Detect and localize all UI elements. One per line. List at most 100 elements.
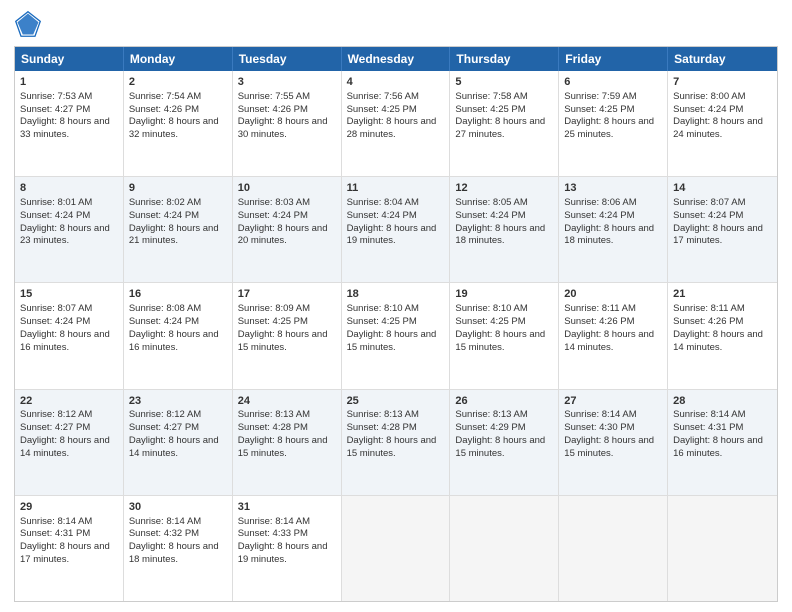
daylight-text: Daylight: 8 hours and 18 minutes. [455, 223, 545, 247]
sunset-text: Sunset: 4:27 PM [20, 422, 90, 433]
sunset-text: Sunset: 4:24 PM [20, 316, 90, 327]
day-number: 7 [673, 75, 772, 90]
sunset-text: Sunset: 4:31 PM [20, 528, 90, 539]
sunset-text: Sunset: 4:26 PM [564, 316, 634, 327]
sunset-text: Sunset: 4:27 PM [20, 104, 90, 115]
day-cell-12: 12Sunrise: 8:05 AM Sunset: 4:24 PM Dayligh… [450, 177, 559, 282]
sunrise-text: Sunrise: 8:14 AM [129, 516, 201, 527]
sunrise-text: Sunrise: 8:04 AM [347, 197, 419, 208]
day-cell-1: 1Sunrise: 7:53 AMSunset: 4:27 PMDaylight… [15, 71, 124, 176]
sunset-text: Sunset: 4:24 PM [129, 316, 199, 327]
sunset-text: Sunset: 4:24 PM [673, 210, 743, 221]
sunset-text: Sunset: 4:25 PM [347, 316, 417, 327]
sunset-text: Sunset: 4:27 PM [129, 422, 199, 433]
daylight-text: Daylight: 8 hours and 14 minutes. [129, 435, 219, 459]
sunset-text: Sunset: 4:25 PM [455, 316, 525, 327]
calendar-week-4: 22Sunrise: 8:12 AMSunset: 4:27 PMDayligh… [15, 390, 777, 496]
day-number: 9 [129, 181, 227, 196]
day-cell-21: 21Sunrise: 8:11 AMSunset: 4:26 PMDayligh… [668, 283, 777, 388]
day-number: 13 [564, 181, 662, 196]
day-cell-24: 24Sunrise: 8:13 AM Sunset: 4:28 PM Dayligh… [233, 390, 342, 495]
daylight-text: Daylight: 8 hours and 16 minutes. [129, 329, 219, 353]
sunset-text: Sunset: 4:33 PM [238, 528, 308, 539]
day-cell-14: 14Sunrise: 8:07 AMSunset: 4:24 PMDayligh… [668, 177, 777, 282]
sunrise-text: Sunrise: 8:14 AM [564, 409, 636, 420]
day-cell-28: 28Sunrise: 8:14 AMSunset: 4:31 PMDayligh… [668, 390, 777, 495]
sunrise-text: Sunrise: 8:01 AM [20, 197, 92, 208]
sunset-text: Sunset: 4:29 PM [455, 422, 525, 433]
sunrise-text: Sunrise: 8:00 AM [673, 91, 745, 102]
calendar-container: SundayMondayTuesdayWednesdayThursdayFrid… [0, 0, 792, 612]
logo [14, 10, 46, 38]
daylight-text: Daylight: 8 hours and 25 minutes. [564, 116, 654, 140]
sunset-text: Sunset: 4:25 PM [347, 104, 417, 115]
day-cell-10: 10Sunrise: 8:03 AMSunset: 4:24 PMDayligh… [233, 177, 342, 282]
day-number: 26 [455, 394, 553, 409]
day-number: 14 [673, 181, 772, 196]
sunrise-text: Sunrise: 8:12 AM [129, 409, 201, 420]
daylight-text: Daylight: 8 hours and 30 minutes. [238, 116, 328, 140]
sunset-text: Sunset: 4:25 PM [238, 316, 308, 327]
daylight-text: Daylight: 8 hours and 20 minutes. [238, 223, 328, 247]
sunset-text: Sunset: 4:28 PM [347, 422, 417, 433]
sunset-text: Sunset: 4:32 PM [129, 528, 199, 539]
daylight-text: Daylight: 8 hours and 19 minutes. [347, 223, 437, 247]
day-cell-2: 2Sunrise: 7:54 AMSunset: 4:26 PMDaylight… [124, 71, 233, 176]
daylight-text: Daylight: 8 hours and 16 minutes. [20, 329, 110, 353]
day-cell-16: 16Sunrise: 8:08 AMSunset: 4:24 PMDayligh… [124, 283, 233, 388]
day-number: 12 [455, 181, 553, 196]
sunset-text: Sunset: 4:24 PM [455, 210, 525, 221]
day-cell-15: 15Sunrise: 8:07 AMSunset: 4:24 PMDayligh… [15, 283, 124, 388]
header-day-sunday: Sunday [15, 47, 124, 71]
day-number: 16 [129, 287, 227, 302]
day-number: 24 [238, 394, 336, 409]
daylight-text: Daylight: 8 hours and 16 minutes. [673, 435, 763, 459]
sunset-text: Sunset: 4:24 PM [238, 210, 308, 221]
sunrise-text: Sunrise: 8:07 AM [673, 197, 745, 208]
empty-cell [559, 496, 668, 601]
day-number: 30 [129, 500, 227, 515]
sunset-text: Sunset: 4:28 PM [238, 422, 308, 433]
daylight-text: Daylight: 8 hours and 17 minutes. [20, 541, 110, 565]
sunrise-text: Sunrise: 8:02 AM [129, 197, 201, 208]
daylight-text: Daylight: 8 hours and 32 minutes. [129, 116, 219, 140]
sunrise-text: Sunrise: 8:05 AM [455, 197, 527, 208]
day-number: 20 [564, 287, 662, 302]
sunrise-text: Sunrise: 8:09 AM [238, 303, 310, 314]
calendar: SundayMondayTuesdayWednesdayThursdayFrid… [14, 46, 778, 602]
header-day-tuesday: Tuesday [233, 47, 342, 71]
day-cell-3: 3Sunrise: 7:55 AMSunset: 4:26 PMDaylight… [233, 71, 342, 176]
daylight-text: Daylight: 8 hours and 23 minutes. [20, 223, 110, 247]
sunrise-text: Sunrise: 8:11 AM [673, 303, 745, 314]
daylight-text: Daylight: 8 hours and 15 minutes. [455, 329, 545, 353]
day-number: 19 [455, 287, 553, 302]
daylight-text: Daylight: 8 hours and 15 minutes. [347, 329, 437, 353]
day-number: 6 [564, 75, 662, 90]
calendar-header: SundayMondayTuesdayWednesdayThursdayFrid… [15, 47, 777, 71]
sunrise-text: Sunrise: 8:14 AM [673, 409, 745, 420]
day-number: 23 [129, 394, 227, 409]
sunrise-text: Sunrise: 7:56 AM [347, 91, 419, 102]
sunrise-text: Sunrise: 7:53 AM [20, 91, 92, 102]
calendar-week-3: 15Sunrise: 8:07 AMSunset: 4:24 PMDayligh… [15, 283, 777, 389]
day-cell-18: 18Sunrise: 8:10 AMSunset: 4:25 PMDayligh… [342, 283, 451, 388]
sunset-text: Sunset: 4:25 PM [455, 104, 525, 115]
day-cell-13: 13Sunrise: 8:06 AMSunset: 4:24 PMDayligh… [559, 177, 668, 282]
day-cell-19: 19Sunrise: 8:10 AMSunset: 4:25 PMDayligh… [450, 283, 559, 388]
day-number: 2 [129, 75, 227, 90]
daylight-text: Daylight: 8 hours and 19 minutes. [238, 541, 328, 565]
sunrise-text: Sunrise: 8:13 AM [455, 409, 527, 420]
sunrise-text: Sunrise: 8:13 AM [238, 409, 310, 420]
day-number: 27 [564, 394, 662, 409]
day-number: 4 [347, 75, 445, 90]
day-cell-6: 6Sunrise: 7:59 AMSunset: 4:25 PMDaylight… [559, 71, 668, 176]
sunrise-text: Sunrise: 8:10 AM [347, 303, 419, 314]
daylight-text: Daylight: 8 hours and 33 minutes. [20, 116, 110, 140]
sunset-text: Sunset: 4:26 PM [673, 316, 743, 327]
day-number: 8 [20, 181, 118, 196]
sunset-text: Sunset: 4:24 PM [564, 210, 634, 221]
sunrise-text: Sunrise: 8:11 AM [564, 303, 636, 314]
daylight-text: Daylight: 8 hours and 15 minutes. [238, 435, 328, 459]
day-cell-20: 20Sunrise: 8:11 AMSunset: 4:26 PMDayligh… [559, 283, 668, 388]
sunrise-text: Sunrise: 8:03 AM [238, 197, 310, 208]
